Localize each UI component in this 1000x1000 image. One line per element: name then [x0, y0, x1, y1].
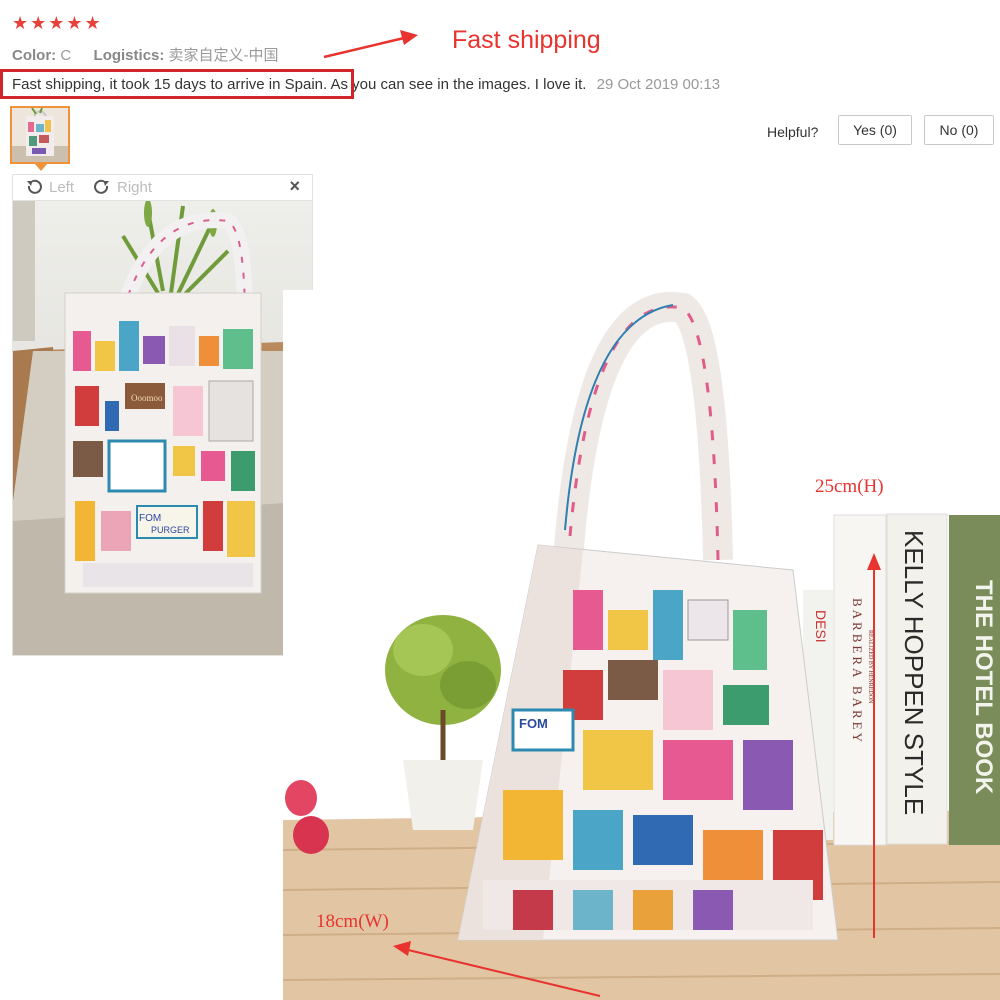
book-0-spine: DESI: [813, 610, 829, 643]
customer-photo-image: Ooomoo FOM PURGER: [13, 201, 312, 655]
rating-stars: ★★★★★: [12, 13, 103, 33]
review-text-rest: As you can see in the images. I love it.: [327, 76, 587, 93]
book-1-spine: BARBERA BAREY: [850, 598, 865, 745]
logistics-label: Logistics:: [93, 47, 165, 64]
book-2-spine: KELLY HOPPEN STYLE: [899, 530, 929, 815]
helpful-label: Helpful?: [767, 124, 819, 140]
rotate-left-icon: [27, 179, 42, 194]
book-1-spine-small: REALIZED BY HENREDON: [867, 630, 873, 704]
rotate-left-label: Left: [49, 178, 75, 196]
review-image-thumbnail[interactable]: [10, 106, 70, 164]
rotate-right-label: Right: [117, 178, 153, 196]
review-meta: Color: C Logistics: 卖家自定义-中国: [12, 44, 279, 65]
fast-shipping-annotation: Fast shipping: [452, 26, 601, 54]
width-annotation: 18cm(W): [316, 911, 389, 932]
image-viewer-toolbar: Left Right ×: [12, 174, 313, 200]
helpful-yes-button[interactable]: Yes (0): [838, 115, 912, 145]
bag-text-purger: PURGER: [151, 525, 190, 535]
fast-shipping-arrow: [323, 36, 405, 59]
customer-photo: Ooomoo FOM PURGER: [12, 200, 313, 656]
height-annotation: 25cm(H): [815, 476, 884, 497]
leather-tag-text: Ooomoo: [131, 393, 163, 403]
color-value: C: [60, 47, 72, 64]
review-date: 29 Oct 2019 00:13: [596, 76, 721, 93]
product-photo: DESI BARBERA BAREY REALIZED BY HENREDON …: [283, 290, 1000, 1000]
product-photo-image: DESI BARBERA BAREY REALIZED BY HENREDON …: [283, 290, 1000, 1000]
rotate-left-button[interactable]: Left: [25, 178, 74, 196]
thumbnail-photo: [12, 108, 68, 162]
highlight-box: [0, 69, 354, 99]
bag-text-fom: FOM: [139, 513, 161, 524]
rotate-right-icon: [94, 179, 109, 194]
logistics-value: 卖家自定义-中国: [168, 47, 279, 64]
book-3-spine: THE HOTEL BOOK: [970, 580, 997, 795]
close-viewer-button[interactable]: ×: [289, 176, 300, 197]
rotate-right-button[interactable]: Right: [93, 178, 152, 196]
helpful-no-button[interactable]: No (0): [924, 115, 994, 145]
color-label: Color:: [12, 47, 57, 64]
svg-text:FOM: FOM: [519, 716, 548, 731]
thumbnail-pointer: [35, 164, 47, 171]
